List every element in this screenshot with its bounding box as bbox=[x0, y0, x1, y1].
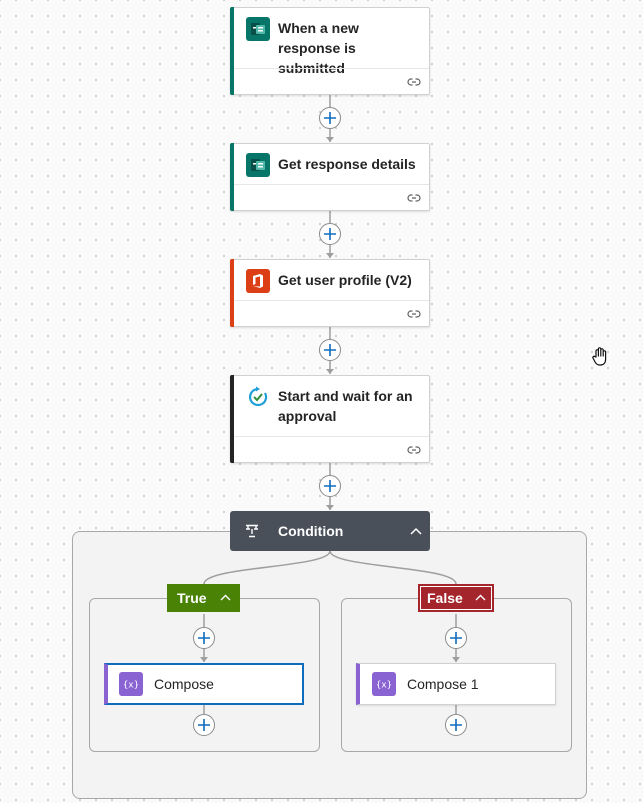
compose-card[interactable]: {x} Compose bbox=[104, 663, 304, 705]
false-branch-label: False bbox=[427, 590, 463, 606]
compose-1-title: Compose 1 bbox=[407, 676, 479, 692]
condition-header[interactable]: Condition bbox=[230, 511, 430, 551]
svg-text:{x}: {x} bbox=[377, 681, 391, 691]
chevron-up-icon bbox=[220, 594, 231, 601]
true-branch-label: True bbox=[177, 590, 207, 606]
plus-icon bbox=[450, 719, 462, 731]
chevron-up-icon[interactable] bbox=[410, 527, 422, 535]
true-branch-pill[interactable]: True bbox=[167, 584, 240, 612]
add-action-true-bottom-button[interactable] bbox=[193, 714, 215, 736]
add-action-true-top-button[interactable] bbox=[193, 627, 215, 649]
condition-title: Condition bbox=[278, 523, 344, 539]
plus-icon bbox=[198, 719, 210, 731]
compose-icon: {x} bbox=[372, 672, 396, 696]
plus-icon bbox=[450, 632, 462, 644]
compose-icon: {x} bbox=[119, 672, 143, 696]
compose-title: Compose bbox=[154, 676, 214, 692]
compose-1-card[interactable]: {x} Compose 1 bbox=[356, 663, 556, 705]
svg-text:{x}: {x} bbox=[124, 681, 138, 691]
hand-cursor-icon bbox=[592, 347, 607, 366]
add-action-false-top-button[interactable] bbox=[445, 627, 467, 649]
false-branch-pill[interactable]: False bbox=[418, 584, 494, 612]
add-action-false-bottom-button[interactable] bbox=[445, 714, 467, 736]
chevron-up-icon bbox=[475, 594, 486, 601]
condition-icon bbox=[246, 524, 258, 538]
plus-icon bbox=[198, 632, 210, 644]
